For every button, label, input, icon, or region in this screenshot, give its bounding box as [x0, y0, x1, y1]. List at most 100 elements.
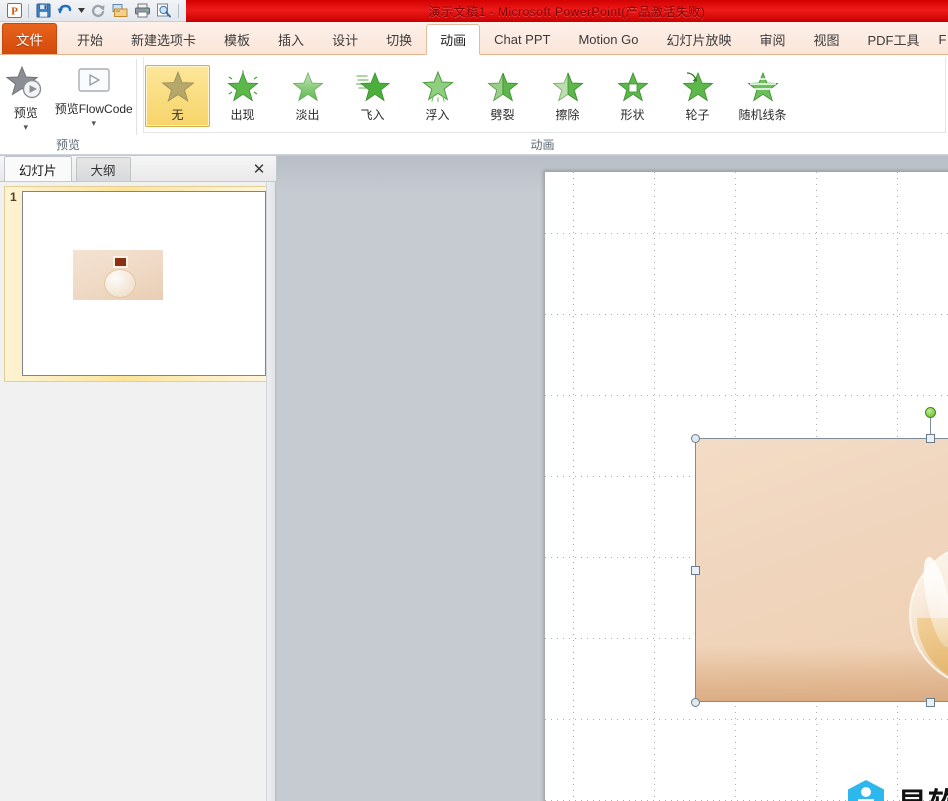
panel-tab-slides-label: 幻灯片 — [19, 160, 57, 179]
slide-canvas-area: 易软汇 — [277, 156, 948, 801]
star-wheel-icon — [681, 70, 715, 105]
selection-outline — [695, 438, 948, 702]
tab-insert-label: 插入 — [278, 30, 304, 49]
animation-item-appear-label: 出现 — [230, 106, 254, 123]
selection-handle-top-center[interactable] — [926, 434, 935, 443]
tab-view-label: 视图 — [813, 30, 839, 49]
tab-new-tab[interactable]: 新建选项卡 — [117, 24, 210, 54]
yiruanhui-hexagon-logo-icon — [845, 779, 887, 801]
tab-flowcode[interactable]: F — [934, 24, 948, 54]
selection-handle-top-left[interactable] — [691, 434, 700, 443]
animation-item-appear[interactable]: 出现 — [210, 65, 275, 127]
preview-star-play-icon — [6, 65, 46, 104]
panel-tab-strip[interactable]: 幻灯片 大纲 ✕ — [0, 156, 276, 182]
ribbon-tab-strip[interactable]: 文件 开始 新建选项卡 模板 插入 设计 切换 动画 Chat PPT Moti… — [0, 22, 948, 55]
animation-item-wheel[interactable]: 轮子 — [665, 65, 730, 127]
animation-item-wipe[interactable]: 擦除 — [535, 65, 600, 127]
preview-flowcode-caret-icon[interactable]: ▾ — [91, 119, 96, 127]
tab-review[interactable]: 审阅 — [745, 24, 799, 54]
selection-handle-bottom-left[interactable] — [691, 698, 700, 707]
rotation-handle[interactable] — [925, 407, 936, 418]
ribbon: 预览 ▾ 预览FlowCode ▾ 预览 — [0, 55, 948, 155]
preview-caret-icon[interactable]: ▾ — [23, 123, 28, 131]
slide-editing-surface[interactable]: 易软汇 — [545, 172, 948, 801]
preview-flowcode-label: 预览FlowCode — [55, 102, 133, 116]
tab-template-label: 模板 — [224, 30, 250, 49]
tab-new-tab-label: 新建选项卡 — [131, 30, 196, 49]
animation-item-shape-label: 形状 — [620, 106, 644, 123]
tab-motion-go[interactable]: Motion Go — [564, 24, 652, 54]
tab-transitions[interactable]: 切换 — [372, 24, 426, 54]
panel-tab-outline[interactable]: 大纲 — [76, 157, 131, 181]
thumbnail-bottle-cap — [113, 256, 128, 268]
new-slide-icon[interactable] — [110, 1, 130, 20]
panel-tab-slides[interactable]: 幻灯片 — [4, 156, 72, 181]
powerpoint-logo-icon[interactable]: P — [4, 1, 24, 20]
animation-item-split[interactable]: 劈裂 — [470, 65, 535, 127]
panel-close-label: ✕ — [253, 160, 266, 178]
preview-button[interactable]: 预览 ▾ — [0, 61, 51, 131]
undo-icon[interactable] — [55, 1, 75, 20]
tab-file[interactable]: 文件 — [2, 23, 57, 54]
animation-item-flyin[interactable]: 飞入 — [340, 65, 405, 127]
animation-item-split-label: 劈裂 — [490, 106, 514, 123]
tab-slideshow[interactable]: 幻灯片放映 — [652, 24, 745, 54]
animation-item-shape[interactable]: 形状 — [600, 65, 665, 127]
redo-icon[interactable] — [88, 1, 108, 20]
panel-scrollbar[interactable] — [266, 182, 275, 801]
tab-design[interactable]: 设计 — [318, 24, 372, 54]
preview-button-label: 预览 — [14, 106, 38, 120]
tab-flowcode-label: F — [939, 32, 947, 47]
quick-access-toolbar[interactable]: P — [0, 0, 203, 22]
slide-number: 1 — [10, 190, 17, 204]
tab-template[interactable]: 模板 — [210, 24, 264, 54]
animation-item-randombars-label: 随机线条 — [738, 106, 786, 123]
preview-flowcode-button[interactable]: 预览FlowCode ▾ — [51, 61, 136, 127]
star-shape-icon — [616, 70, 650, 105]
star-floatin-icon — [421, 70, 455, 105]
star-flyin-icon — [356, 70, 390, 105]
selection-handle-middle-left[interactable] — [691, 566, 700, 575]
undo-dropdown-icon[interactable] — [77, 1, 86, 20]
animation-item-fade-label: 淡出 — [295, 106, 319, 123]
slide-thumbnail-preview[interactable] — [22, 191, 266, 376]
window-title: 演示文稿1 - Microsoft PowerPoint(产品激活失败) — [429, 3, 706, 20]
tab-chat-ppt[interactable]: Chat PPT — [480, 24, 564, 54]
qat-divider — [28, 4, 29, 18]
animation-item-wipe-label: 擦除 — [555, 106, 579, 123]
save-icon[interactable] — [33, 1, 53, 20]
title-bar: P 演示文稿1 - Microsoft PowerPoint(产品激活失败 — [0, 0, 948, 22]
star-split-icon — [486, 70, 520, 105]
animation-group-label: 动画 — [137, 136, 948, 155]
tab-home-label: 开始 — [77, 30, 103, 49]
tab-animations[interactable]: 动画 — [426, 24, 480, 55]
print-preview-icon[interactable] — [154, 1, 174, 20]
tab-pdf-tools[interactable]: PDF工具 — [854, 24, 934, 54]
animation-gallery[interactable]: 无 出现 淡出 — [137, 61, 795, 127]
animation-item-floatin[interactable]: 浮入 — [405, 65, 470, 127]
animation-item-randombars[interactable]: 随机线条 — [730, 65, 795, 127]
tab-home[interactable]: 开始 — [63, 24, 117, 54]
close-icon[interactable]: ✕ — [250, 160, 268, 178]
thumbnail-perfume-image — [73, 250, 163, 300]
tab-insert[interactable]: 插入 — [264, 24, 318, 54]
play-button-icon — [72, 65, 116, 100]
print-icon[interactable] — [132, 1, 152, 20]
tab-view[interactable]: 视图 — [799, 24, 853, 54]
tab-design-label: 设计 — [332, 30, 358, 49]
star-wipe-icon — [551, 70, 585, 105]
selection-handle-bottom-center[interactable] — [926, 698, 935, 707]
tab-review-label: 审阅 — [759, 30, 785, 49]
star-none-icon — [161, 70, 195, 105]
animation-item-floatin-label: 浮入 — [425, 106, 449, 123]
animation-item-fade[interactable]: 淡出 — [275, 65, 340, 127]
slide-thumbnail-list[interactable]: 1 — [0, 182, 275, 801]
slide-thumbnail-item[interactable]: 1 — [4, 186, 272, 382]
preview-group-label: 预览 — [0, 136, 136, 155]
watermark: 易软汇 — [845, 779, 948, 801]
tab-motion-go-label: Motion Go — [578, 32, 638, 47]
animation-item-none[interactable]: 无 — [145, 65, 210, 127]
tab-file-label: 文件 — [16, 29, 43, 49]
animation-item-none-label: 无 — [171, 106, 183, 123]
tab-pdf-tools-label: PDF工具 — [868, 30, 920, 49]
